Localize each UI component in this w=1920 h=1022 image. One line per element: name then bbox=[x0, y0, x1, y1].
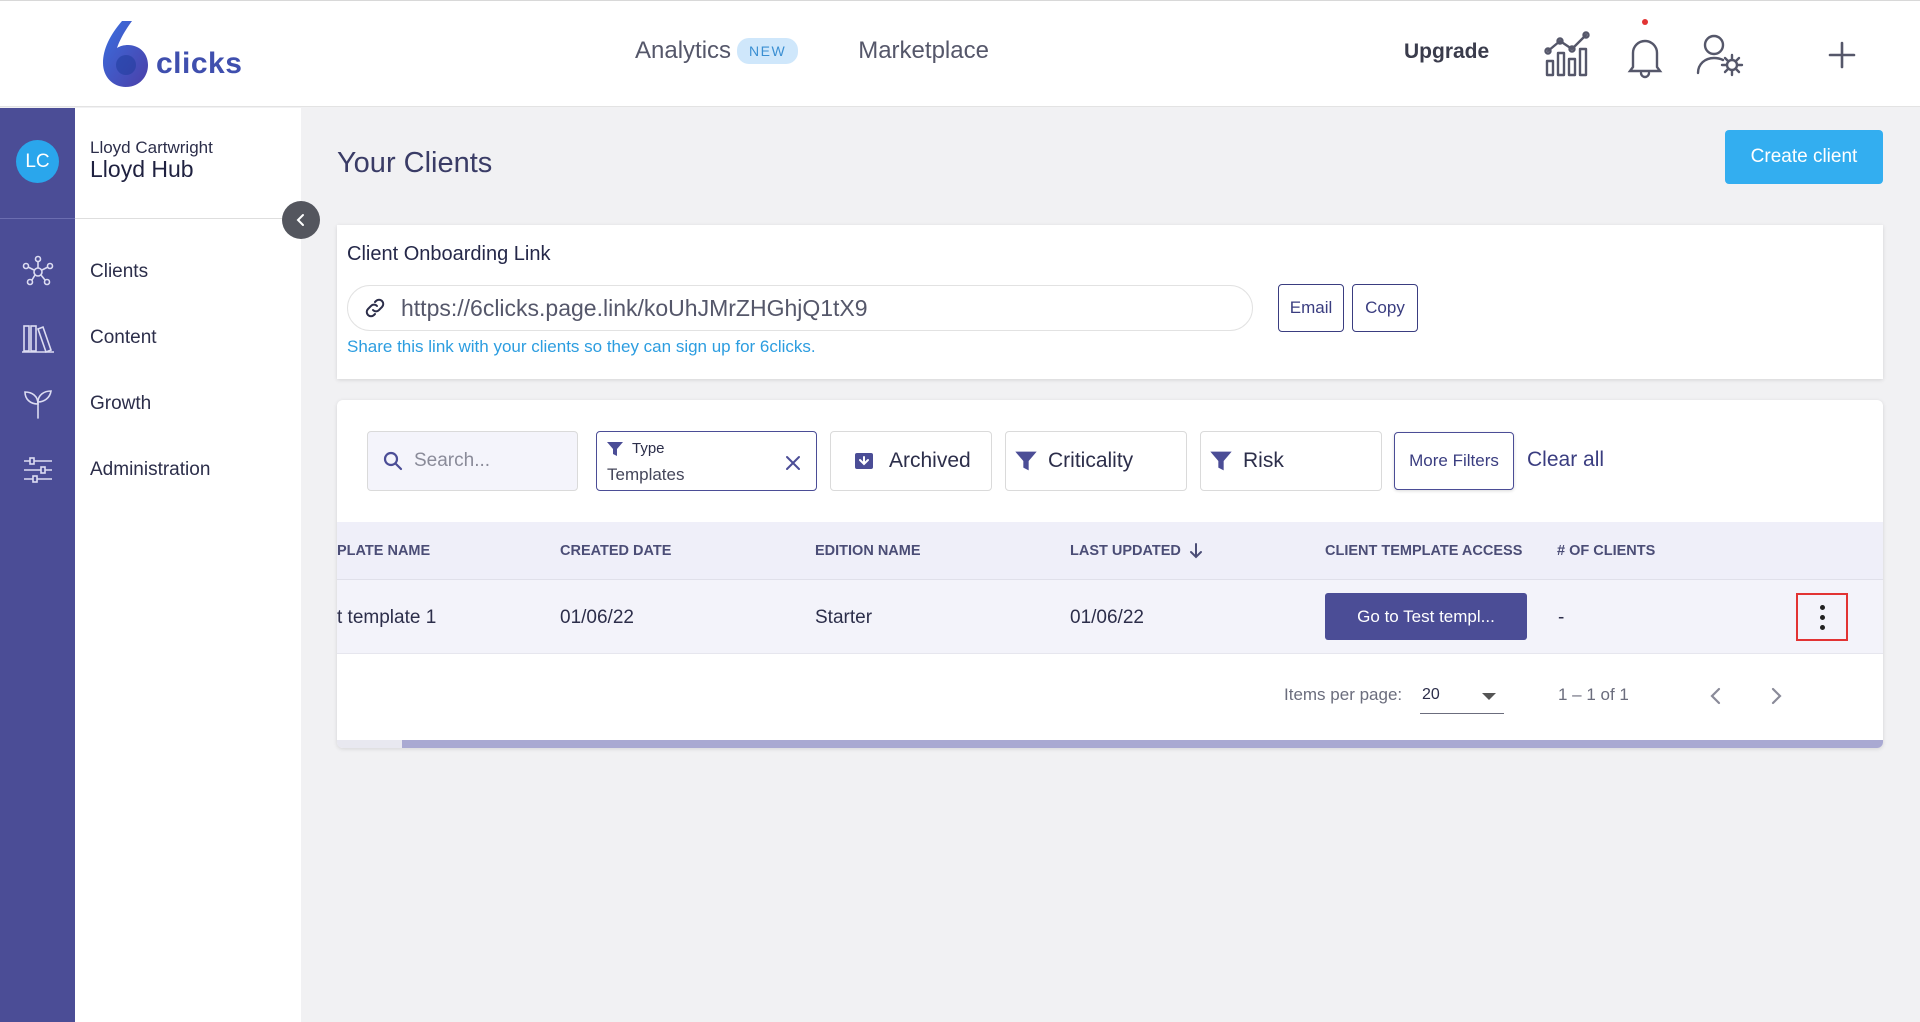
rail-divider bbox=[0, 218, 75, 219]
search-placeholder: Search... bbox=[414, 450, 491, 471]
kebab-dot bbox=[1819, 614, 1825, 620]
items-per-page-value: 20 bbox=[1422, 686, 1440, 703]
email-button[interactable]: Email bbox=[1278, 284, 1344, 332]
logo[interactable]: clicks bbox=[100, 19, 242, 89]
library-icon[interactable] bbox=[20, 320, 56, 356]
top-header: clicks Analytics NEW Marketplace Upgrade bbox=[0, 0, 1920, 107]
table-header: PLATE NAME CREATED DATE EDITION NAME LAS… bbox=[337, 522, 1883, 580]
sidebar-panel: Lloyd Cartwright Lloyd Hub Clients Conte… bbox=[75, 108, 301, 1022]
search-input[interactable]: Search... bbox=[367, 431, 578, 491]
col-client-template-access[interactable]: CLIENT TEMPLATE ACCESS bbox=[1325, 543, 1522, 559]
network-icon[interactable] bbox=[20, 254, 56, 290]
onboarding-heading: Client Onboarding Link bbox=[347, 243, 551, 265]
cell-template-name: t template 1 bbox=[337, 607, 437, 628]
col-edition-name[interactable]: EDITION NAME bbox=[815, 543, 921, 559]
criticality-filter[interactable]: Criticality bbox=[1005, 431, 1187, 491]
type-filter-value: Templates bbox=[607, 465, 685, 484]
page-title: Your Clients bbox=[337, 147, 493, 179]
sidebar-item-clients[interactable]: Clients bbox=[90, 261, 148, 283]
kebab-dot bbox=[1819, 624, 1825, 630]
sidebar-item-growth[interactable]: Growth bbox=[90, 393, 151, 415]
chevron-down-icon bbox=[1482, 693, 1496, 700]
nav-analytics[interactable]: Analytics bbox=[635, 37, 731, 65]
panel-divider bbox=[75, 218, 301, 219]
risk-filter[interactable]: Risk bbox=[1200, 431, 1382, 491]
filter-icon bbox=[607, 442, 623, 456]
items-per-page-select[interactable]: 20 bbox=[1420, 680, 1504, 714]
sidebar-item-content[interactable]: Content bbox=[90, 327, 157, 349]
next-page-icon[interactable] bbox=[1764, 684, 1788, 708]
scrollbar-thumb[interactable] bbox=[402, 740, 1883, 748]
filter-icon bbox=[1210, 451, 1232, 471]
col-num-clients[interactable]: # OF CLIENTS bbox=[1557, 543, 1655, 559]
cell-created-date: 01/06/22 bbox=[560, 607, 634, 628]
filter-icon bbox=[1015, 451, 1037, 471]
search-icon bbox=[383, 451, 403, 471]
archived-label: Archived bbox=[889, 449, 971, 472]
col-created-date[interactable]: CREATED DATE bbox=[560, 543, 671, 559]
kebab-dot bbox=[1819, 604, 1825, 610]
sort-down-icon[interactable] bbox=[1188, 542, 1204, 560]
horizontal-scrollbar[interactable] bbox=[337, 740, 1883, 748]
avatar[interactable]: LC bbox=[16, 140, 59, 183]
cell-num-clients: - bbox=[1558, 607, 1565, 628]
table-row[interactable]: t template 1 01/06/22 Starter 01/06/22 G… bbox=[337, 580, 1883, 654]
top-nav: Analytics NEW Marketplace bbox=[635, 37, 989, 65]
six-logo-icon bbox=[100, 19, 150, 89]
onboarding-hint: Share this link with your clients so the… bbox=[347, 337, 816, 356]
copy-button[interactable]: Copy bbox=[1352, 284, 1418, 332]
user-name: Lloyd Cartwright bbox=[90, 138, 213, 157]
col-template-name[interactable]: PLATE NAME bbox=[337, 543, 430, 559]
cell-edition-name: Starter bbox=[815, 607, 873, 628]
archive-icon bbox=[855, 453, 873, 469]
upgrade-link[interactable]: Upgrade bbox=[1404, 40, 1489, 64]
user-settings-icon[interactable] bbox=[1694, 29, 1746, 81]
new-badge: NEW bbox=[737, 38, 799, 64]
type-filter-label: Type bbox=[632, 440, 665, 457]
notification-dot bbox=[1642, 19, 1648, 25]
logo-text: clicks bbox=[156, 47, 243, 80]
link-icon bbox=[365, 298, 385, 318]
onboarding-link-field[interactable]: https://6clicks.page.link/koUhJMrZHGhjQ1… bbox=[347, 285, 1253, 331]
sidebar-item-administration[interactable]: Administration bbox=[90, 459, 210, 481]
sidebar-rail: LC bbox=[0, 108, 75, 1022]
row-actions-menu-button[interactable] bbox=[1796, 593, 1848, 641]
analytics-chart-icon[interactable] bbox=[1542, 29, 1594, 81]
nav-marketplace[interactable]: Marketplace bbox=[858, 37, 989, 65]
go-to-template-button[interactable]: Go to Test templ... bbox=[1325, 593, 1527, 640]
criticality-label: Criticality bbox=[1048, 449, 1134, 472]
plus-icon[interactable] bbox=[1816, 29, 1868, 81]
sliders-icon[interactable] bbox=[20, 452, 56, 488]
risk-label: Risk bbox=[1243, 449, 1284, 472]
type-filter[interactable]: Type Templates bbox=[596, 431, 817, 491]
items-per-page-label: Items per page: bbox=[1284, 685, 1403, 704]
clear-all-link[interactable]: Clear all bbox=[1527, 448, 1604, 472]
onboarding-url: https://6clicks.page.link/koUhJMrZHGhjQ1… bbox=[401, 294, 868, 321]
col-last-updated[interactable]: LAST UPDATED bbox=[1070, 543, 1181, 559]
chevron-left-icon bbox=[296, 214, 304, 226]
bell-icon[interactable] bbox=[1619, 29, 1671, 81]
collapse-sidebar-button[interactable] bbox=[282, 201, 320, 239]
sprout-icon[interactable] bbox=[20, 386, 56, 422]
more-filters-button[interactable]: More Filters bbox=[1394, 432, 1514, 490]
onboarding-card: Client Onboarding Link https://6clicks.p… bbox=[337, 225, 1883, 379]
close-icon[interactable] bbox=[784, 454, 802, 472]
pagination-range: 1 – 1 of 1 bbox=[1558, 685, 1629, 704]
create-client-button[interactable]: Create client bbox=[1725, 130, 1883, 184]
prev-page-icon[interactable] bbox=[1704, 684, 1728, 708]
hub-name[interactable]: Lloyd Hub bbox=[90, 156, 194, 183]
clients-table-card: Search... Type Templates Archived Critic… bbox=[337, 400, 1883, 748]
cell-last-updated: 01/06/22 bbox=[1070, 607, 1144, 628]
archived-filter[interactable]: Archived bbox=[830, 431, 992, 491]
